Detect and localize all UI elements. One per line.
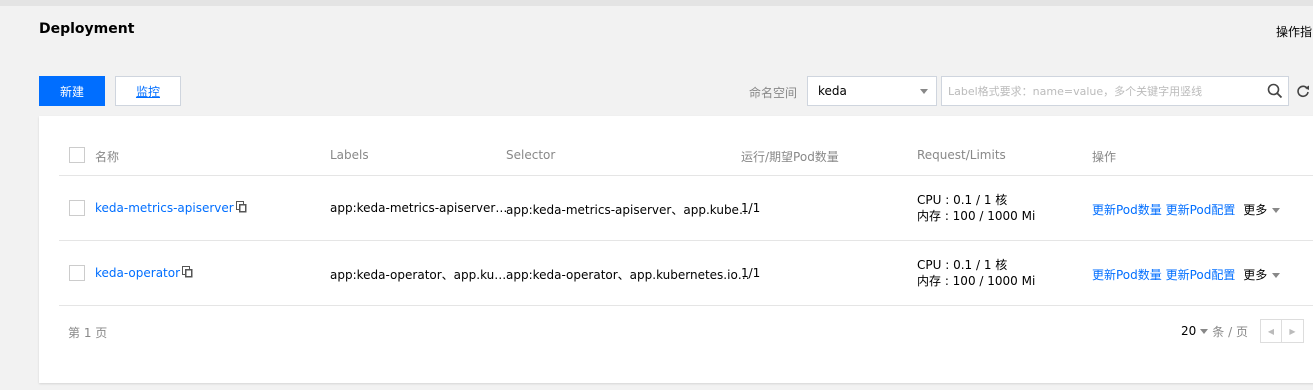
actions-cell: 更新Pod数量 更新Pod配置 更多	[1092, 201, 1281, 218]
selector-cell: app:keda-metrics-apiserver、app.kube…	[506, 203, 751, 217]
select-all-checkbox[interactable]	[69, 147, 85, 163]
copy-icon[interactable]	[235, 201, 247, 216]
prev-page-button[interactable]: ◀	[1259, 319, 1282, 343]
update-pod-config-link[interactable]: 更新Pod配置	[1166, 268, 1236, 282]
column-header: 名称	[95, 150, 120, 164]
search-box	[941, 76, 1289, 106]
column-header: Request/Limits	[917, 148, 1006, 162]
chevron-down-icon[interactable]	[1200, 328, 1209, 334]
update-pod-config-link[interactable]: 更新Pod配置	[1166, 203, 1236, 217]
namespace-value: keda	[818, 84, 847, 98]
row-checkbox[interactable]	[69, 265, 85, 281]
actions-cell: 更新Pod数量 更新Pod配置 更多	[1092, 266, 1281, 283]
row-checkbox[interactable]	[69, 200, 85, 216]
cpu-value: CPU : 0.1 / 1 核	[917, 193, 1008, 207]
monitor-button[interactable]: 监控	[115, 76, 181, 106]
selector-cell: app:keda-operator、app.kubernetes.io…	[506, 268, 750, 282]
update-pod-count-link[interactable]: 更新Pod数量	[1092, 268, 1162, 282]
pods-cell: 1/1	[741, 266, 761, 280]
update-pod-count-link[interactable]: 更新Pod数量	[1092, 203, 1162, 217]
column-header: 操作	[1092, 150, 1117, 164]
search-input[interactable]	[942, 77, 1242, 105]
pager-buttons: ◀ ▶	[1259, 319, 1304, 343]
page-size-select[interactable]: 20	[1181, 324, 1196, 338]
namespace-select[interactable]: keda	[807, 76, 937, 106]
top-bar	[0, 0, 1313, 6]
column-header: Selector	[506, 148, 556, 162]
deployment-table-card: 名称 Labels Selector 运行/期望Pod数量 Request/Li…	[39, 116, 1313, 383]
chevron-down-icon	[1272, 273, 1281, 278]
chevron-down-icon	[920, 89, 928, 94]
per-page-label: 条 / 页	[1212, 324, 1248, 339]
new-button[interactable]: 新建	[39, 76, 105, 106]
more-dropdown[interactable]: 更多	[1243, 203, 1281, 217]
guide-link[interactable]: 操作指	[1276, 23, 1312, 40]
column-header: 运行/期望Pod数量	[741, 150, 839, 164]
pods-cell: 1/1	[741, 201, 761, 215]
page-title: Deployment	[39, 21, 135, 37]
labels-cell: app:keda-operator、app.ku…	[330, 268, 507, 282]
table-row: keda-metrics-apiserver app:keda-metrics-…	[59, 176, 1313, 241]
more-label: 更多	[1243, 268, 1268, 282]
more-label: 更多	[1243, 203, 1268, 217]
next-page-button[interactable]: ▶	[1281, 319, 1304, 343]
request-limits-cell: CPU : 0.1 / 1 核 内存 : 100 / 1000 Mi	[917, 192, 1035, 224]
labels-cell: app:keda-metrics-apiserver…	[330, 201, 508, 215]
copy-icon[interactable]	[182, 266, 193, 281]
page-info: 第 1 页	[68, 326, 108, 340]
column-header: Labels	[330, 148, 369, 162]
name-cell: keda-operator	[95, 266, 193, 281]
refresh-icon[interactable]	[1296, 84, 1310, 101]
table-row: keda-operator app:keda-operator、app.ku… …	[59, 241, 1313, 306]
namespace-label: 命名空间	[749, 86, 798, 100]
request-limits-cell: CPU : 0.1 / 1 核 内存 : 100 / 1000 Mi	[917, 257, 1035, 289]
search-icon[interactable]	[1267, 83, 1283, 102]
deployment-name-link[interactable]: keda-operator	[95, 266, 180, 280]
memory-value: 内存 : 100 / 1000 Mi	[917, 209, 1036, 223]
deployment-name-link[interactable]: keda-metrics-apiserver	[95, 201, 234, 215]
memory-value: 内存 : 100 / 1000 Mi	[917, 274, 1036, 288]
chevron-down-icon	[1272, 208, 1281, 213]
table-header: 名称 Labels Selector 运行/期望Pod数量 Request/Li…	[59, 134, 1313, 176]
more-dropdown[interactable]: 更多	[1243, 268, 1281, 282]
page-size-value: 20	[1181, 324, 1197, 338]
cpu-value: CPU : 0.1 / 1 核	[917, 258, 1008, 272]
pagination: 20 条 / 页 ◀ ▶	[1181, 319, 1304, 343]
name-cell: keda-metrics-apiserver	[95, 201, 247, 216]
